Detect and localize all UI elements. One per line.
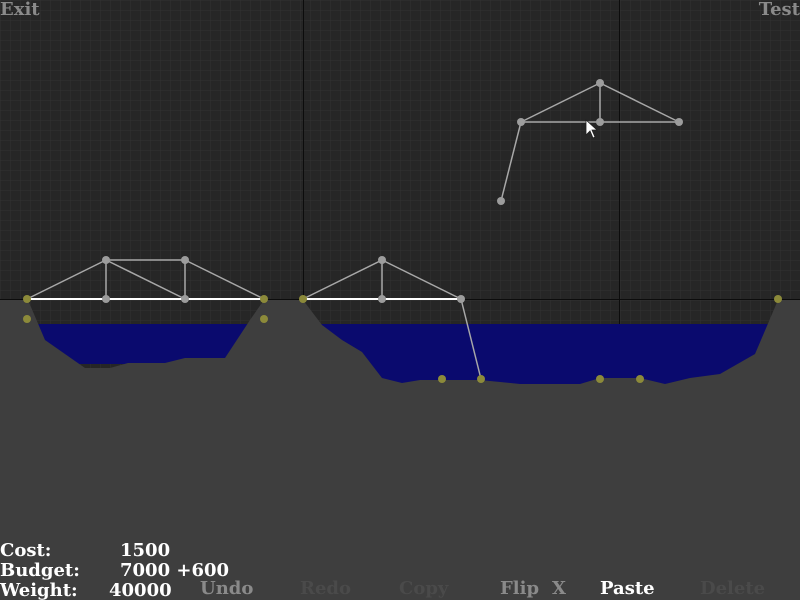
cost-value: 1500 (120, 540, 171, 561)
joint (378, 256, 386, 264)
anchor-point (23, 315, 31, 323)
build-area[interactable] (0, 0, 800, 600)
anchor-point (260, 315, 268, 323)
anchor-point (260, 295, 268, 303)
joint (102, 295, 110, 303)
joint (596, 118, 604, 126)
exit-button[interactable]: Exit (0, 1, 40, 19)
copy-button[interactable]: Copy (399, 580, 448, 598)
anchor-point (636, 375, 644, 383)
delete-button[interactable]: Delete (700, 580, 765, 598)
joint (517, 118, 525, 126)
joint (596, 79, 604, 87)
cost-label: Cost: (0, 540, 52, 561)
undo-button[interactable]: Undo (200, 580, 253, 598)
joint (181, 295, 189, 303)
anchor-point (23, 295, 31, 303)
joint (102, 256, 110, 264)
flip-x-button[interactable]: X (552, 580, 566, 598)
test-button[interactable]: Test (759, 1, 800, 19)
anchor-point (477, 375, 485, 383)
joint (181, 256, 189, 264)
redo-button[interactable]: Redo (300, 580, 351, 598)
joint (457, 295, 465, 303)
budget-label: Budget: (0, 560, 80, 581)
anchor-point (438, 375, 446, 383)
joint (675, 118, 683, 126)
joint (378, 295, 386, 303)
weight-label: Weight: (0, 580, 78, 600)
anchor-point (596, 375, 604, 383)
joint (497, 197, 505, 205)
weight-value: 40000 (109, 580, 172, 600)
paste-button[interactable]: Paste (600, 580, 655, 598)
game-screen: Exit Test Cost: 1500 Budget: 7000 +600 W… (0, 0, 800, 600)
flip-button[interactable]: Flip (500, 580, 539, 598)
anchor-point (774, 295, 782, 303)
anchor-point (299, 295, 307, 303)
water-right (320, 324, 768, 384)
